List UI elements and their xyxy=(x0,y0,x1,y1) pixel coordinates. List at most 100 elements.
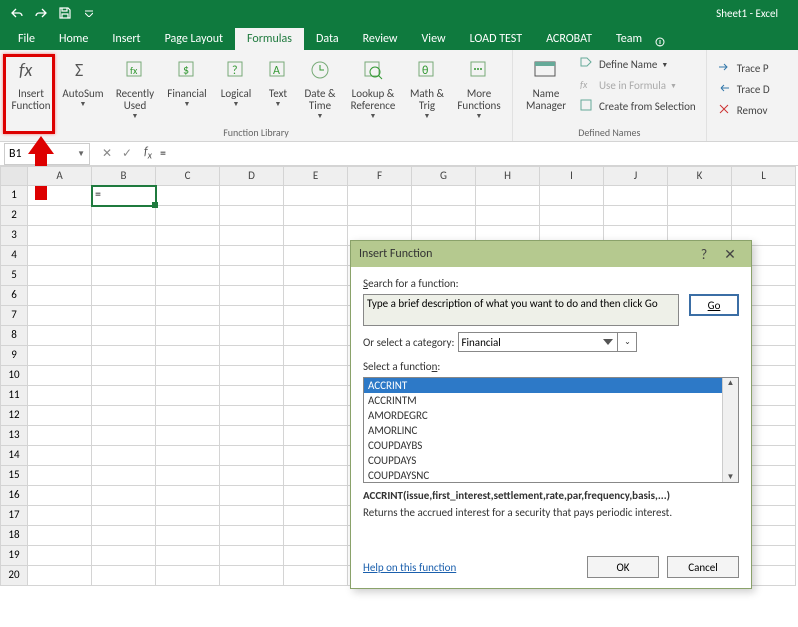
row-header[interactable]: 9 xyxy=(0,346,28,366)
tab-insert[interactable]: Insert xyxy=(100,28,152,50)
cell[interactable] xyxy=(220,526,284,546)
cell[interactable] xyxy=(28,386,92,406)
cell[interactable] xyxy=(476,206,540,226)
cancel-formula-button[interactable]: ✕ xyxy=(98,146,116,161)
cell[interactable] xyxy=(28,546,92,566)
cell[interactable] xyxy=(156,206,220,226)
cell[interactable] xyxy=(156,346,220,366)
cell[interactable] xyxy=(28,346,92,366)
column-header[interactable]: D xyxy=(220,166,284,186)
list-item[interactable]: COUPDAYSNC xyxy=(364,468,738,483)
financial-button[interactable]: $ Financial▼ xyxy=(162,54,212,126)
cell[interactable] xyxy=(604,206,668,226)
cell[interactable] xyxy=(156,566,220,586)
cell[interactable] xyxy=(284,286,348,306)
row-header[interactable]: 7 xyxy=(0,306,28,326)
math-trig-button[interactable]: θ Math & Trig▼ xyxy=(404,54,450,126)
cell[interactable] xyxy=(284,246,348,266)
help-icon[interactable]: ? xyxy=(691,244,717,264)
define-name-button[interactable]: Define Name ▼ xyxy=(575,54,700,74)
cell[interactable] xyxy=(156,546,220,566)
scroll-down-icon[interactable]: ▼ xyxy=(727,472,735,482)
scrollbar[interactable]: ▲▼ xyxy=(722,378,738,482)
function-list[interactable]: ACCRINTACCRINTMAMORDEGRCAMORLINCCOUPDAYB… xyxy=(363,377,739,483)
cell[interactable] xyxy=(28,326,92,346)
remove-arrows-button[interactable]: Remov xyxy=(713,100,774,120)
row-header[interactable]: 8 xyxy=(0,326,28,346)
cell[interactable] xyxy=(28,306,92,326)
cell[interactable] xyxy=(28,406,92,426)
cell[interactable] xyxy=(284,306,348,326)
column-header[interactable]: A xyxy=(28,166,92,186)
column-header[interactable]: C xyxy=(156,166,220,186)
cell[interactable] xyxy=(28,526,92,546)
column-header[interactable]: B xyxy=(92,166,156,186)
column-header[interactable]: E xyxy=(284,166,348,186)
tab-view[interactable]: View xyxy=(410,28,458,50)
column-header[interactable]: L xyxy=(732,166,796,186)
row-header[interactable]: 11 xyxy=(0,386,28,406)
go-button[interactable]: Go xyxy=(689,294,739,316)
list-item[interactable]: AMORLINC xyxy=(364,423,738,438)
cell[interactable] xyxy=(284,566,348,586)
cell[interactable] xyxy=(156,526,220,546)
row-header[interactable]: 4 xyxy=(0,246,28,266)
cell[interactable]: = xyxy=(92,186,156,206)
lookup-reference-button[interactable]: Lookup & Reference▼ xyxy=(344,54,402,126)
row-header[interactable]: 1 xyxy=(0,186,28,206)
cell[interactable] xyxy=(220,506,284,526)
cell[interactable] xyxy=(92,306,156,326)
list-item[interactable]: COUPDAYBS xyxy=(364,438,738,453)
cell[interactable] xyxy=(156,266,220,286)
cell[interactable] xyxy=(220,466,284,486)
logical-button[interactable]: ? Logical▼ xyxy=(214,54,258,126)
cell[interactable] xyxy=(92,426,156,446)
name-manager-button[interactable]: Name Manager xyxy=(519,54,573,126)
cell[interactable] xyxy=(92,466,156,486)
cell[interactable] xyxy=(156,186,220,206)
cell[interactable] xyxy=(284,206,348,226)
redo-button[interactable] xyxy=(30,2,52,24)
cell[interactable] xyxy=(220,206,284,226)
cell[interactable] xyxy=(156,386,220,406)
cell[interactable] xyxy=(92,506,156,526)
cell[interactable] xyxy=(28,246,92,266)
customize-qat-button[interactable] xyxy=(78,2,100,24)
row-header[interactable]: 19 xyxy=(0,546,28,566)
cell[interactable] xyxy=(156,246,220,266)
cell[interactable] xyxy=(156,326,220,346)
cell[interactable] xyxy=(668,206,732,226)
cell[interactable] xyxy=(284,406,348,426)
formula-bar-input[interactable]: = xyxy=(156,147,798,161)
close-icon[interactable]: ✕ xyxy=(717,244,743,264)
cell[interactable] xyxy=(220,406,284,426)
cell[interactable] xyxy=(412,186,476,206)
cell[interactable] xyxy=(156,226,220,246)
tab-data[interactable]: Data xyxy=(304,28,351,50)
tab-page-layout[interactable]: Page Layout xyxy=(153,28,235,50)
column-header[interactable]: J xyxy=(604,166,668,186)
cell[interactable] xyxy=(220,226,284,246)
cell[interactable] xyxy=(92,446,156,466)
create-from-selection-button[interactable]: Create from Selection xyxy=(575,96,700,116)
cell[interactable] xyxy=(92,206,156,226)
cell[interactable] xyxy=(92,406,156,426)
cell[interactable] xyxy=(92,366,156,386)
cell[interactable] xyxy=(92,486,156,506)
cell[interactable] xyxy=(668,186,732,206)
tab-review[interactable]: Review xyxy=(351,28,410,50)
row-header[interactable]: 13 xyxy=(0,426,28,446)
column-header[interactable]: G xyxy=(412,166,476,186)
column-header[interactable]: I xyxy=(540,166,604,186)
row-header[interactable]: 18 xyxy=(0,526,28,546)
cell[interactable] xyxy=(28,426,92,446)
column-header[interactable]: F xyxy=(348,166,412,186)
cell[interactable] xyxy=(220,266,284,286)
date-time-button[interactable]: Date & Time▼ xyxy=(298,54,342,126)
cell[interactable] xyxy=(284,506,348,526)
cell[interactable] xyxy=(284,466,348,486)
list-item[interactable]: AMORDEGRC xyxy=(364,408,738,423)
cell[interactable] xyxy=(284,346,348,366)
row-header[interactable]: 2 xyxy=(0,206,28,226)
text-button[interactable]: A Text▼ xyxy=(260,54,296,126)
